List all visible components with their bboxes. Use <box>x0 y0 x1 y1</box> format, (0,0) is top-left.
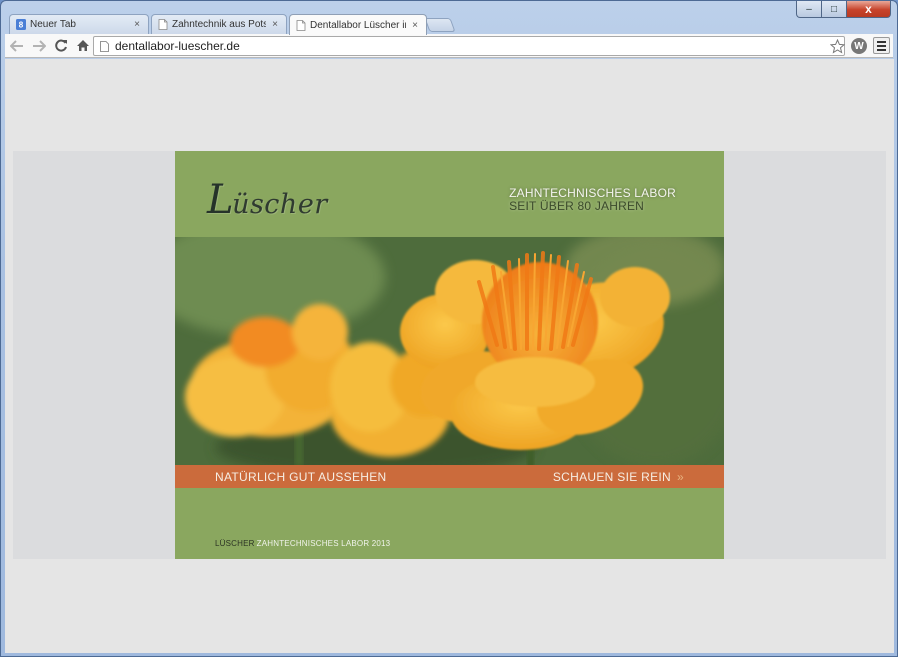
banner-slogan: NATÜRLICH GUT AUSSEHEN <box>215 469 387 484</box>
tab-close-icon[interactable]: × <box>270 19 280 30</box>
window-controls: – □ x <box>796 1 891 18</box>
wordpress-extension-icon[interactable]: W <box>851 38 867 54</box>
tab-close-icon[interactable]: × <box>410 20 420 31</box>
tab-title: Zahntechnik aus Potsdam <box>172 19 266 30</box>
url-text: dentallabor-luescher.de <box>115 39 240 53</box>
page-icon <box>296 19 306 31</box>
page-icon <box>158 19 168 30</box>
tab-neuer-tab[interactable]: 8 Neuer Tab × <box>9 14 149 34</box>
footer-text: ZAHNTECHNISCHES LABOR 2013 <box>256 539 391 548</box>
cta-banner: NATÜRLICH GUT AUSSEHEN SCHAUEN SIE REIN … <box>175 465 724 488</box>
browser-window: – □ x 8 Neuer Tab × Zahntechnik aus Pots… <box>0 0 898 657</box>
forward-icon[interactable] <box>29 36 49 56</box>
footer-brand: LÜSCHER <box>215 539 255 548</box>
google-icon: 8 <box>16 19 26 30</box>
back-icon[interactable] <box>7 36 27 56</box>
new-tab-button[interactable] <box>424 18 456 32</box>
tab-dentallabor[interactable]: Dentallabor Lüscher in Pot × <box>289 14 427 35</box>
site-header: Lüscher ZAHNTECHNISCHES LABOR SEIT ÜBER … <box>175 151 724 237</box>
schauen-sie-rein-link[interactable]: SCHAUEN SIE REIN » <box>553 470 684 484</box>
reload-icon[interactable] <box>51 36 71 56</box>
tab-close-icon[interactable]: × <box>132 19 142 30</box>
site-footer: LÜSCHER ZAHNTECHNISCHES LABOR 2013 <box>215 539 390 548</box>
banner-link-label: SCHAUEN SIE REIN <box>552 469 672 484</box>
hero-flower-image <box>175 237 724 465</box>
logo-initial: L <box>207 177 235 223</box>
svg-text:8: 8 <box>19 21 24 30</box>
menu-icon[interactable] <box>873 37 890 54</box>
tab-title: Dentallabor Lüscher in Pot <box>310 19 406 31</box>
site-container: Lüscher ZAHNTECHNISCHES LABOR SEIT ÜBER … <box>175 151 724 559</box>
page-icon <box>100 40 109 52</box>
address-bar[interactable]: dentallabor-luescher.de <box>93 36 845 56</box>
page-viewport: Lüscher ZAHNTECHNISCHES LABOR SEIT ÜBER … <box>5 59 894 653</box>
maximize-button[interactable]: □ <box>822 1 847 18</box>
minimize-button[interactable]: – <box>796 1 822 18</box>
tab-strip: 8 Neuer Tab × Zahntechnik aus Potsdam × … <box>9 14 529 35</box>
tab-zahntechnik[interactable]: Zahntechnik aus Potsdam × <box>151 14 287 34</box>
tagline: ZAHNTECHNISCHES LABOR SEIT ÜBER 80 JAHRE… <box>509 187 676 213</box>
tab-title: Neuer Tab <box>30 19 76 30</box>
tagline-line-2: SEIT ÜBER 80 JAHREN <box>509 199 645 213</box>
browser-toolbar: dentallabor-luescher.de W <box>5 34 893 58</box>
logo[interactable]: Lüscher <box>207 177 328 223</box>
double-chevron-right-icon: » <box>677 469 684 484</box>
bookmark-star-icon[interactable] <box>827 36 847 56</box>
flower-illustration <box>175 237 724 465</box>
home-icon[interactable] <box>73 36 93 56</box>
close-window-button[interactable]: x <box>847 1 891 18</box>
logo-text: üscher <box>232 189 328 220</box>
